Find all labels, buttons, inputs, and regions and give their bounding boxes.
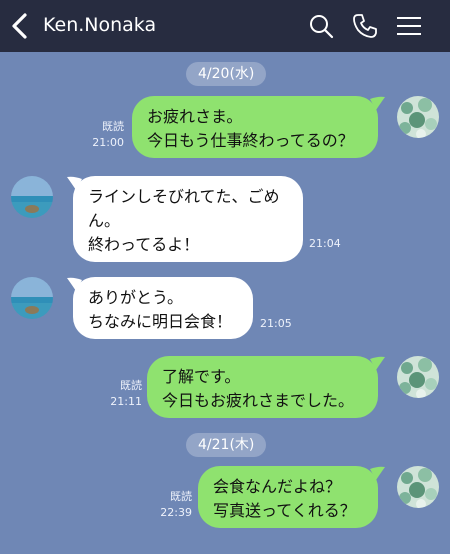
message-time: 21:04 xyxy=(309,237,341,250)
my-message-bubble[interactable]: 会食なんだよね？ 写真送ってくれる？ xyxy=(198,466,378,528)
read-receipt: 既読 xyxy=(120,379,142,392)
chat-area[interactable]: 4/20(水) 既読 21:00 お疲れさま。 今日もう仕事終わってるの？ ライ… xyxy=(0,52,450,554)
my-avatar[interactable] xyxy=(397,356,439,398)
chat-header: Ken.Nonaka xyxy=(0,0,450,52)
bubble-tail xyxy=(370,356,385,370)
bubble-tail xyxy=(370,466,385,480)
menu-icon[interactable] xyxy=(395,12,423,40)
message-time: 21:00 xyxy=(92,136,124,149)
phone-icon[interactable] xyxy=(351,12,379,40)
chat-title[interactable]: Ken.Nonaka xyxy=(43,14,156,36)
date-separator: 4/21(木) xyxy=(186,433,267,457)
bubble-tail xyxy=(370,96,385,110)
date-separator: 4/20(水) xyxy=(186,62,267,86)
message-time: 21:05 xyxy=(260,317,292,330)
chevron-left-icon[interactable] xyxy=(8,11,32,41)
contact-avatar[interactable] xyxy=(11,277,53,319)
contact-avatar[interactable] xyxy=(11,176,53,218)
read-receipt: 既読 xyxy=(102,120,124,133)
contact-message-bubble[interactable]: ラインしそびれてた、ごめ ん。 終わってるよ！ xyxy=(73,176,303,262)
message-time: 22:39 xyxy=(160,506,192,519)
message-time: 21:11 xyxy=(110,395,142,408)
read-receipt: 既読 xyxy=(170,490,192,503)
my-avatar[interactable] xyxy=(397,96,439,138)
my-avatar[interactable] xyxy=(397,466,439,508)
contact-message-bubble[interactable]: ありがとう。 ちなみに明日会食！ xyxy=(73,277,253,339)
search-icon[interactable] xyxy=(307,12,335,40)
my-message-bubble[interactable]: 了解です。 今日もお疲れさまでした。 xyxy=(147,356,378,418)
my-message-bubble[interactable]: お疲れさま。 今日もう仕事終わってるの？ xyxy=(132,96,378,158)
